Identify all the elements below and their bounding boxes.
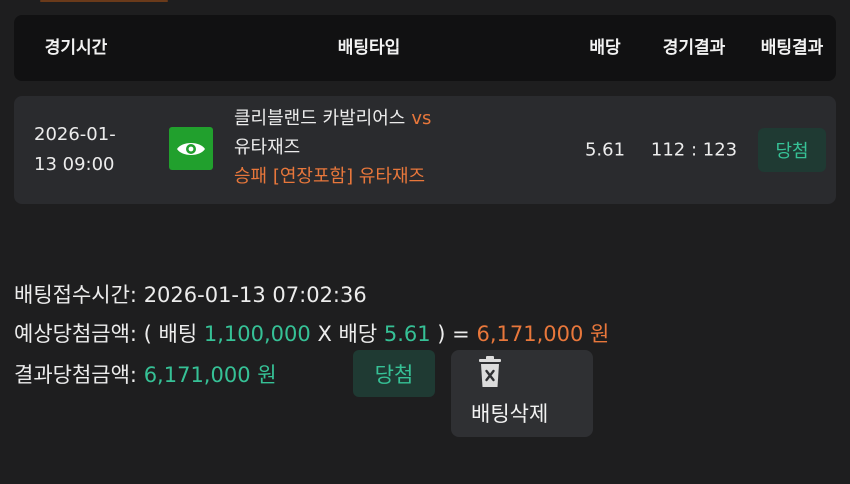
table-header: 경기시간 배팅타입 배당 경기결과 배팅결과 xyxy=(14,15,836,81)
x-odds-label: X 배당 xyxy=(317,322,378,346)
delete-label: 배팅삭제 xyxy=(471,402,549,426)
accept-time-value: 2026-01-13 07:02:36 xyxy=(143,283,367,307)
actual-label: 결과당첨금액: xyxy=(14,363,137,387)
expected-amount-line: 예상당첨금액: ( 배팅 1,100,000 X 배당 5.61 ) = 6,1… xyxy=(14,318,609,348)
home-team: 클리블랜드 카발리어스 xyxy=(234,108,406,129)
bet-type: 승패 [연장포함] 유타재즈 xyxy=(234,166,426,187)
accept-time-label: 배팅접수시간: xyxy=(14,283,137,307)
view-details-button[interactable] xyxy=(169,127,213,170)
header-score: 경기결과 xyxy=(662,38,726,58)
trash-icon xyxy=(479,356,501,387)
header-odds: 배당 xyxy=(589,38,621,58)
actual-amount-line: 결과당첨금액: 6,171,000 원 xyxy=(14,359,277,389)
status-badge: 당첨 xyxy=(353,350,435,397)
eye-icon xyxy=(177,142,205,155)
game-time-date: 2026-01- xyxy=(34,124,116,145)
game-time-hour: 13 09:00 xyxy=(34,154,115,175)
equals-label: ) = xyxy=(437,322,470,346)
expected-label: 예상당첨금액: ( 배팅 xyxy=(14,322,198,346)
result-badge: 당첨 xyxy=(758,128,826,172)
header-result: 배팅결과 xyxy=(760,38,824,58)
score-value: 112 : 123 xyxy=(650,139,738,161)
header-bet-type: 배팅타입 xyxy=(337,38,401,58)
odds-value: 5.61 xyxy=(584,139,626,161)
delete-bet-button[interactable]: 배팅삭제 xyxy=(451,350,593,437)
game-time: 2026-01- 13 09:00 xyxy=(34,120,144,180)
bet-row: 2026-01- 13 09:00 클리블랜드 카발리어스 vs 유타재즈 승패 … xyxy=(14,96,836,204)
accept-time-line: 배팅접수시간: 2026-01-13 07:02:36 xyxy=(14,279,367,309)
stake-value: 1,100,000 xyxy=(203,322,311,346)
bet-info: 클리블랜드 카발리어스 vs 유타재즈 승패 [연장포함] 유타재즈 xyxy=(234,104,534,191)
away-team: 유타재즈 xyxy=(234,137,301,158)
actual-amount-value: 6,171,000 원 xyxy=(143,363,277,387)
header-time: 경기시간 xyxy=(44,38,108,58)
vs-label: vs xyxy=(411,108,432,129)
expected-amount-value: 6,171,000 원 xyxy=(476,322,610,346)
expected-odds-value: 5.61 xyxy=(383,322,431,346)
top-accent-bar xyxy=(40,0,168,2)
